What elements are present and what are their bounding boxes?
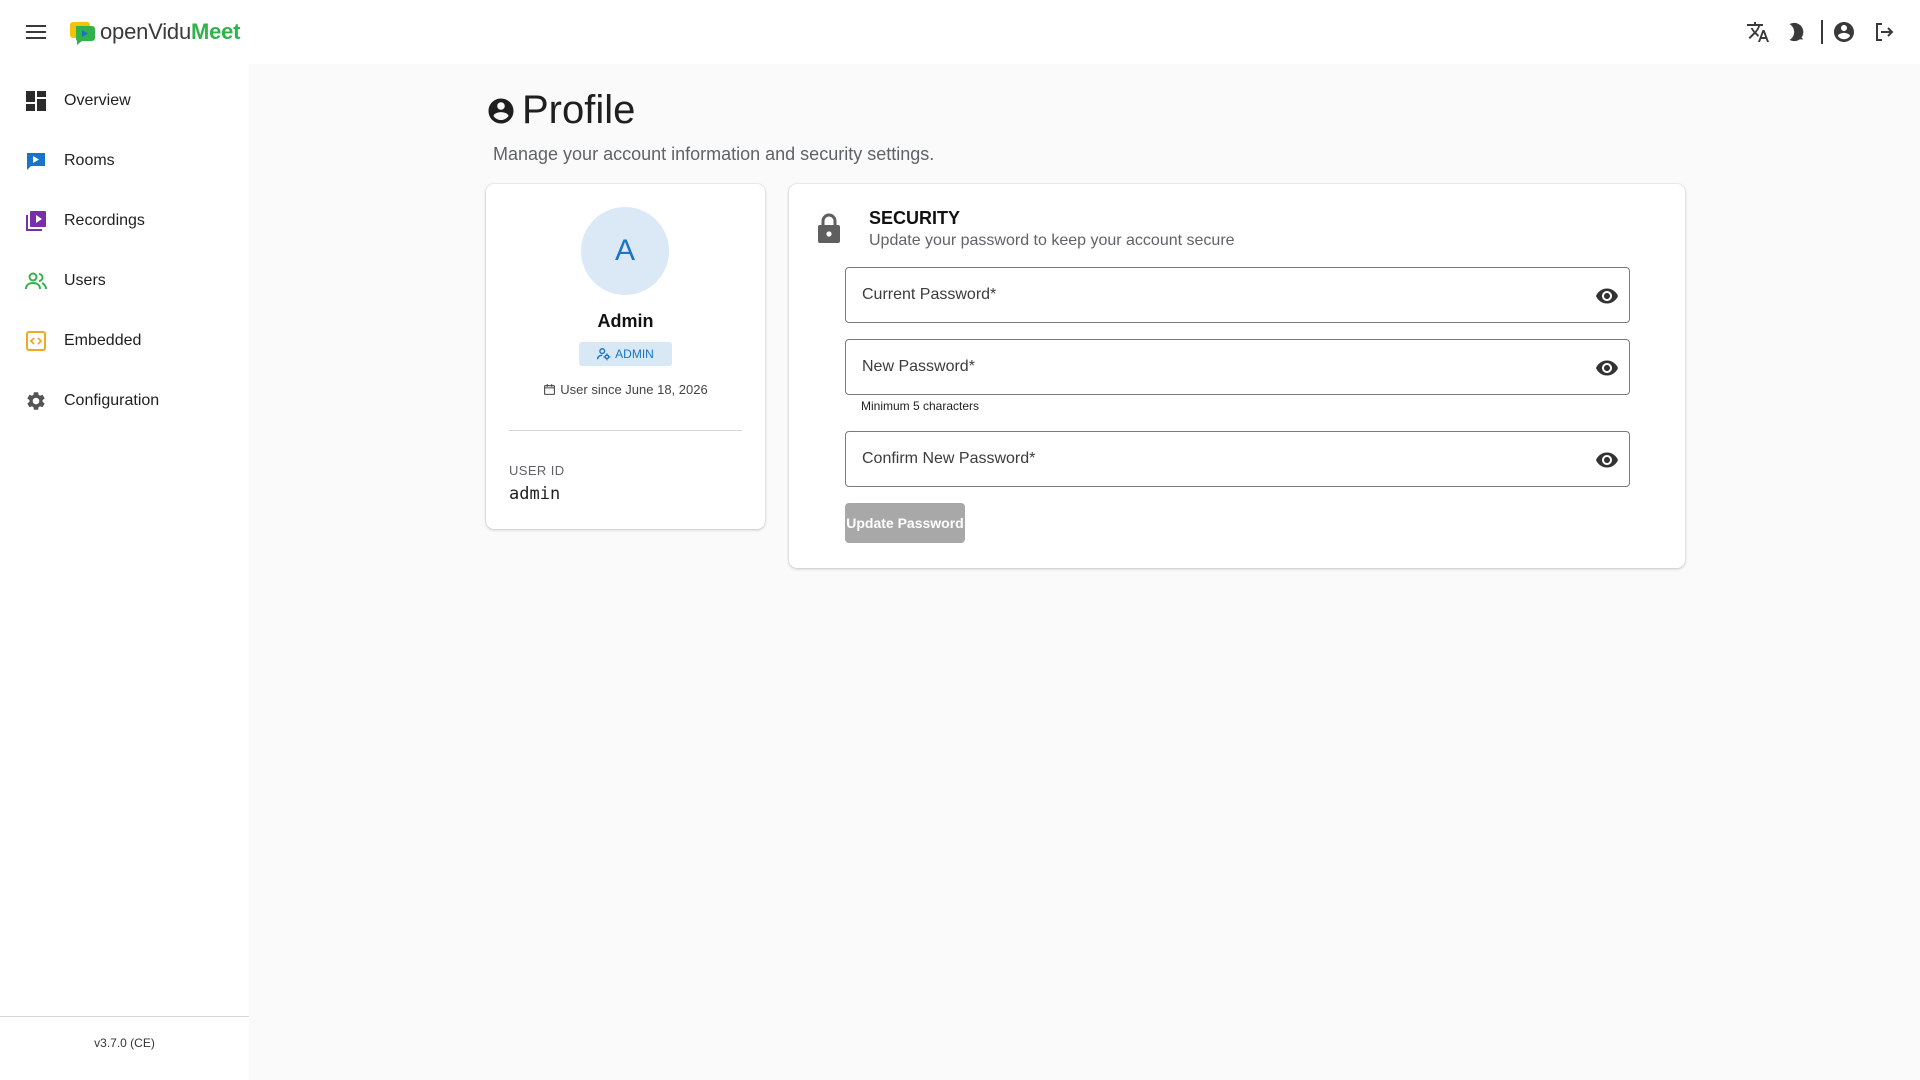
toolbar-divider xyxy=(1821,20,1823,44)
new-password-field[interactable]: New Password* xyxy=(845,339,1630,395)
security-card: SECURITY Update your password to keep yo… xyxy=(789,184,1685,568)
eye-icon xyxy=(1596,360,1618,376)
openvidu-logo-icon xyxy=(70,22,95,45)
menu-icon xyxy=(26,25,46,39)
account-button[interactable] xyxy=(1830,18,1858,46)
account-circle-icon xyxy=(1834,22,1854,42)
sidebar-item-label: Overview xyxy=(64,92,131,109)
logout-button[interactable] xyxy=(1870,18,1898,46)
logout-icon xyxy=(1876,23,1894,41)
theme-toggle-icon xyxy=(1789,22,1804,42)
user-since: User since June 18, 2026 xyxy=(486,382,765,397)
app-logo[interactable]: openViduMeet xyxy=(69,19,241,45)
user-id-label: USER ID xyxy=(509,463,565,478)
avatar: A xyxy=(581,207,669,295)
sidebar-item-label: Users xyxy=(64,272,106,289)
sidebar-item-label: Configuration xyxy=(64,392,160,409)
translate-button[interactable] xyxy=(1744,18,1772,46)
update-password-button[interactable]: Update Password xyxy=(845,503,965,543)
sidebar-item-rooms[interactable]: Rooms xyxy=(0,137,249,185)
sidebar-item-embedded[interactable]: Embedded xyxy=(0,317,249,365)
admin-user-icon xyxy=(597,348,611,361)
security-subtitle: Update your password to keep your accoun… xyxy=(869,232,1235,249)
eye-icon xyxy=(1596,288,1618,304)
menu-button[interactable] xyxy=(22,19,50,45)
confirm-password-input[interactable] xyxy=(846,432,1629,486)
sidebar: Overview Rooms Recordings Users Embedded… xyxy=(0,64,249,1080)
security-title: SECURITY xyxy=(869,208,961,228)
new-password-hint: Minimum 5 characters xyxy=(861,399,980,413)
calendar-icon xyxy=(544,384,556,395)
new-password-input[interactable] xyxy=(846,340,1629,394)
profile-name: Admin xyxy=(597,311,654,331)
role-badge-label: ADMIN xyxy=(615,347,654,361)
current-password-input[interactable] xyxy=(846,268,1629,322)
profile-divider xyxy=(509,430,742,431)
logo-text: openViduMeet xyxy=(100,19,241,44)
sidebar-item-label: Recordings xyxy=(64,212,145,229)
users-icon xyxy=(24,269,48,293)
profile-card: A Admin ADMIN User since June 18, 2026 U… xyxy=(486,184,765,529)
sidebar-item-overview[interactable]: Overview xyxy=(0,77,249,125)
role-badge: ADMIN xyxy=(579,342,672,366)
rooms-icon xyxy=(24,149,48,173)
toggle-confirm-password-visibility[interactable] xyxy=(1593,446,1621,474)
sidebar-divider xyxy=(0,1016,249,1017)
sidebar-item-label: Rooms xyxy=(64,152,115,169)
sidebar-item-recordings[interactable]: Recordings xyxy=(0,197,249,245)
user-id-value: admin xyxy=(509,484,561,504)
app-version: v3.7.0 (CE) xyxy=(94,1036,155,1050)
page-header: Profile xyxy=(486,88,635,133)
current-password-field[interactable]: Current Password* xyxy=(845,267,1630,323)
recordings-icon xyxy=(24,209,48,233)
sidebar-item-configuration[interactable]: Configuration xyxy=(0,377,249,425)
top-bar: openViduMeet xyxy=(0,0,1920,64)
account-circle-icon xyxy=(488,98,514,123)
translate-icon xyxy=(1747,22,1769,42)
page-subtitle: Manage your account information and secu… xyxy=(493,144,935,164)
toggle-new-password-visibility[interactable] xyxy=(1593,354,1621,382)
eye-icon xyxy=(1596,452,1618,468)
user-since-text: User since June 18, 2026 xyxy=(560,382,708,397)
toggle-current-password-visibility[interactable] xyxy=(1593,282,1621,310)
theme-toggle-button[interactable] xyxy=(1782,18,1810,46)
confirm-password-field[interactable]: Confirm New Password* xyxy=(845,431,1630,487)
embedded-icon xyxy=(24,329,48,353)
sidebar-item-users[interactable]: Users xyxy=(0,257,249,305)
dashboard-icon xyxy=(24,89,48,113)
lock-icon xyxy=(818,213,840,243)
page-title: Profile xyxy=(522,88,636,132)
gear-icon xyxy=(24,389,48,413)
sidebar-item-label: Embedded xyxy=(64,332,142,349)
